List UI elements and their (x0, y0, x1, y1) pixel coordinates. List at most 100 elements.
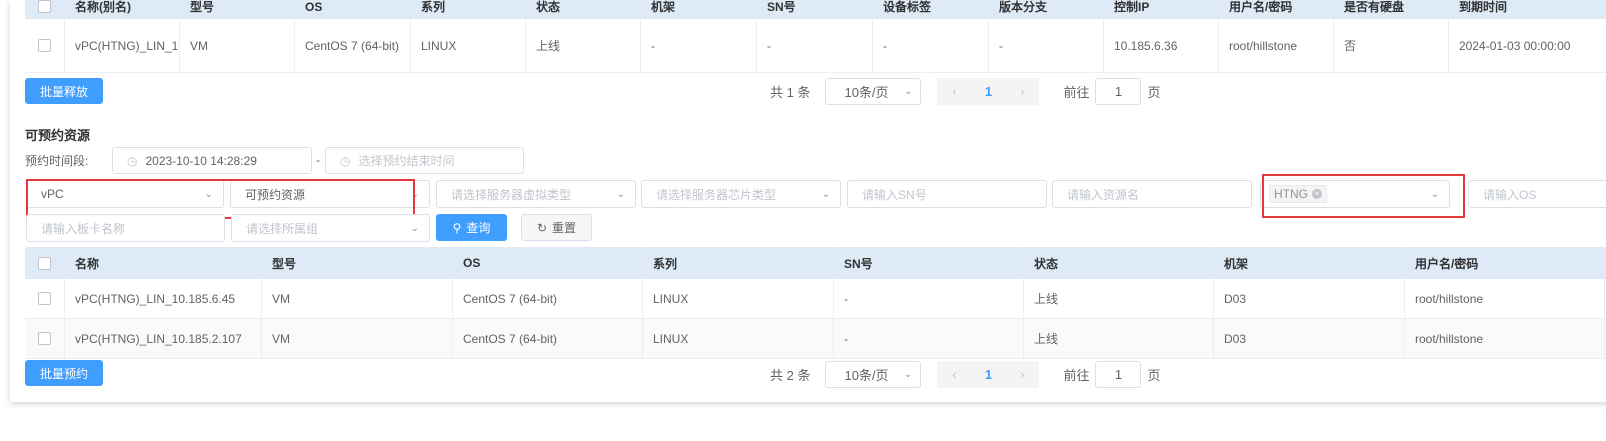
col-header[interactable]: 机架 (641, 0, 757, 19)
cell-sn: - (834, 279, 1024, 318)
col-header[interactable]: 机架 (1214, 247, 1405, 279)
page-size-select[interactable]: 10条/页 ⌄ (825, 361, 922, 388)
col-header[interactable]: OS (453, 247, 643, 279)
table-row[interactable]: vPC(HTNG)_LIN_10.185.6.36 VM CentOS 7 (6… (25, 19, 1606, 73)
chevron-down-icon: ⌄ (410, 188, 419, 200)
tag-select[interactable]: HTNG × ⌄ (1260, 180, 1450, 208)
time-range-label: 预约时间段: (25, 154, 89, 168)
goto-label: 前往 (1063, 85, 1090, 100)
table-row[interactable]: vPC(HTNG)_LIN_10.185.6.45 VM CentOS 7 (6… (25, 279, 1606, 319)
col-header[interactable]: 系列 (411, 0, 526, 19)
batch-release-button[interactable]: 批量释放 (25, 78, 103, 104)
total-count: 共 2 条 (770, 368, 811, 383)
table-header: 名称 型号 OS 系列 SN号 状态 机架 用户名/密码 (25, 247, 1606, 279)
select-all-checkbox[interactable] (25, 0, 65, 19)
col-header[interactable]: 设备标签 (873, 0, 989, 19)
selected-tag: HTNG × (1269, 185, 1327, 203)
col-header[interactable]: OS (295, 0, 411, 19)
cell-tag: - (873, 19, 989, 72)
reset-button[interactable]: ↻ 重置 (521, 214, 592, 241)
cell-ip: 10.185.6.36 (1104, 19, 1219, 72)
col-header[interactable]: 型号 (262, 247, 453, 279)
main-panel: 名称(别名) 型号 OS 系列 状态 机架 SN号 设备标签 版本分支 控制IP… (10, 0, 1606, 402)
end-time-input[interactable]: ◷ 选择预约结束时间 (325, 147, 524, 174)
row-checkbox[interactable] (25, 19, 65, 72)
cell-branch: - (989, 19, 1104, 72)
cell-expire: 2024-01-03 00:00:00 (1449, 19, 1606, 72)
chevron-down-icon: ⌄ (204, 188, 213, 200)
goto-page-input[interactable]: 1 (1095, 361, 1142, 388)
start-time-input[interactable]: ◷ 2023-10-10 14:28:29 (112, 147, 312, 174)
select-all-checkbox[interactable] (25, 247, 65, 279)
resource-scope-select[interactable]: 可预约资源 ⌄ (230, 180, 430, 208)
selected-resources-table: 名称(别名) 型号 OS 系列 状态 机架 SN号 设备标签 版本分支 控制IP… (25, 0, 1606, 73)
group-select[interactable]: 请选择所属组 ⌄ (231, 214, 430, 242)
col-header[interactable]: 名称 (65, 247, 262, 279)
col-header[interactable]: SN号 (834, 247, 1024, 279)
query-button[interactable]: ⚲ 查询 (436, 214, 507, 241)
chevron-down-icon: ⌄ (821, 188, 830, 200)
col-header[interactable]: 名称(别名) (65, 0, 180, 19)
goto-page-input[interactable]: 1 (1095, 78, 1142, 105)
cell-disk: 否 (1334, 19, 1449, 72)
bottom-pagination: 共 2 条 10条/页 ⌄ ‹ 1 › 前往 1 页 (770, 361, 1161, 388)
page-number[interactable]: 1 (971, 84, 1005, 99)
chevron-down-icon: ⌄ (410, 222, 419, 234)
cell-series: LINUX (643, 279, 834, 318)
close-icon[interactable]: × (1312, 189, 1322, 199)
chevron-down-icon: ⌄ (904, 86, 913, 97)
cell-sn: - (757, 19, 873, 72)
sn-input[interactable]: 请输入SN号 (847, 180, 1047, 208)
cell-status: 上线 (1024, 279, 1214, 318)
row-checkbox[interactable] (25, 319, 65, 358)
cell-credentials: root/hillstone (1405, 319, 1605, 358)
col-header[interactable]: 用户名/密码 (1405, 247, 1605, 279)
cell-credentials: root/hillstone (1219, 19, 1334, 72)
cell-name: vPC(HTNG)_LIN_10.185.6.36 (65, 19, 180, 72)
cell-model: VM (262, 279, 453, 318)
col-header[interactable]: 到期时间 (1449, 0, 1606, 19)
section-title: 可预约资源 (25, 128, 91, 143)
os-input[interactable]: 请输入OS (1468, 180, 1606, 208)
col-header[interactable]: 控制IP (1104, 0, 1219, 19)
col-header[interactable]: 系列 (643, 247, 834, 279)
prev-page-icon[interactable]: ‹ (937, 84, 971, 99)
table-row[interactable]: vPC(HTNG)_LIN_10.185.2.107 VM CentOS 7 (… (25, 319, 1606, 359)
batch-reserve-button[interactable]: 批量预约 (25, 360, 103, 386)
chevron-down-icon: ⌄ (616, 188, 625, 200)
prev-page-icon[interactable]: ‹ (937, 367, 971, 382)
cell-series: LINUX (411, 19, 526, 72)
chevron-down-icon: ⌄ (1430, 188, 1439, 200)
col-header[interactable]: 状态 (1024, 247, 1214, 279)
cell-model: VM (180, 19, 295, 72)
col-header[interactable]: 是否有硬盘 (1334, 0, 1449, 19)
virtual-type-select[interactable]: 请选择服务器虚拟类型 ⌄ (436, 180, 636, 208)
cell-os: CentOS 7 (64-bit) (453, 279, 643, 318)
clock-icon: ◷ (127, 153, 138, 168)
cell-name: vPC(HTNG)_LIN_10.185.2.107 (65, 319, 262, 358)
col-header[interactable]: 版本分支 (989, 0, 1104, 19)
board-name-input[interactable]: 请输入板卡名称 (26, 214, 225, 242)
resource-name-input[interactable]: 请输入资源名 (1052, 180, 1252, 208)
col-header[interactable]: SN号 (757, 0, 873, 19)
next-page-icon[interactable]: › (1005, 84, 1039, 99)
cell-os: CentOS 7 (64-bit) (295, 19, 411, 72)
clock-icon: ◷ (340, 153, 351, 168)
resource-type-select[interactable]: vPC ⌄ (26, 180, 224, 208)
col-header[interactable]: 型号 (180, 0, 295, 19)
cell-name: vPC(HTNG)_LIN_10.185.6.45 (65, 279, 262, 318)
search-icon: ⚲ (452, 220, 462, 235)
next-page-icon[interactable]: › (1005, 367, 1039, 382)
chip-type-select[interactable]: 请选择服务器芯片类型 ⌄ (641, 180, 841, 208)
page-number[interactable]: 1 (971, 367, 1005, 382)
cell-rack: - (641, 19, 757, 72)
cell-series: LINUX (643, 319, 834, 358)
row-checkbox[interactable] (25, 279, 65, 318)
page-size-select[interactable]: 10条/页 ⌄ (825, 78, 922, 105)
col-header[interactable]: 用户名/密码 (1219, 0, 1334, 19)
cell-status: 上线 (526, 19, 641, 72)
cell-rack: D03 (1214, 279, 1405, 318)
table-header: 名称(别名) 型号 OS 系列 状态 机架 SN号 设备标签 版本分支 控制IP… (25, 0, 1606, 19)
total-count: 共 1 条 (770, 85, 811, 100)
col-header[interactable]: 状态 (526, 0, 641, 19)
